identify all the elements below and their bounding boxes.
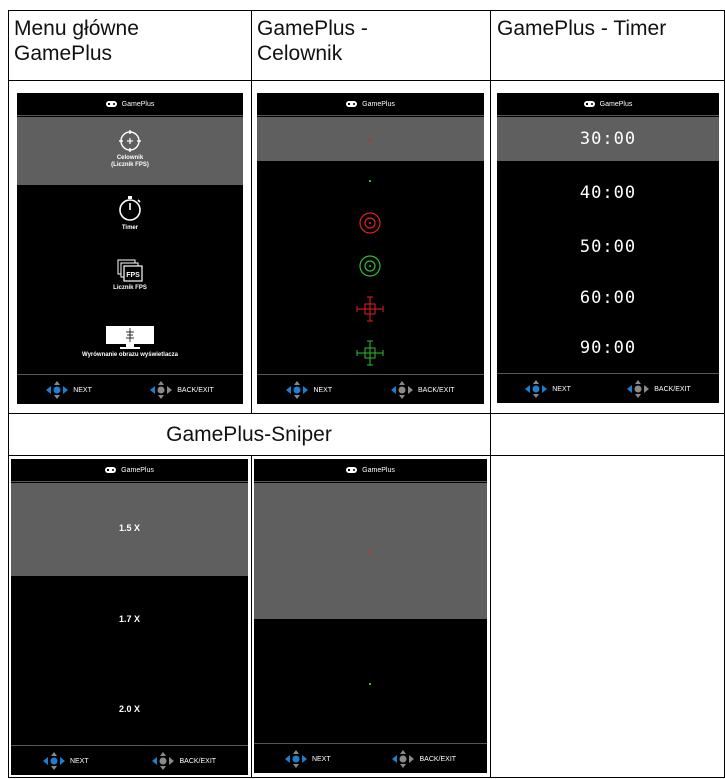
- dpad-icon: [392, 750, 415, 768]
- panel-footer: NEXT BACK/EXIT: [11, 747, 248, 775]
- gamepad-icon: [105, 467, 117, 473]
- dpad-icon: [152, 752, 175, 770]
- dpad-icon: [390, 381, 413, 399]
- menu-item-label: Celownik (Licznik FPS): [111, 155, 149, 168]
- menu-item-timer[interactable]: Timer: [17, 196, 243, 232]
- stopwatch-icon: [119, 196, 141, 221]
- dpad-icon: [627, 380, 650, 398]
- table-border: [490, 10, 491, 778]
- next-label: NEXT: [552, 385, 571, 393]
- menu-item-label: Licznik FPS: [113, 285, 147, 291]
- crosshair-dot-green[interactable]: [369, 180, 371, 182]
- menu-item-crosshair[interactable]: Celownik (Licznik FPS): [17, 129, 243, 169]
- gamepad-icon: [583, 101, 595, 107]
- menu-item-display-alignment[interactable]: Wyrównanie obrazu wyświetlacza: [17, 324, 243, 359]
- crosshair-circle-green[interactable]: [358, 254, 382, 278]
- panel-title-text: GamePlus: [599, 100, 633, 108]
- header-crosshair: GamePlus - Celownik: [257, 17, 368, 65]
- back-exit-hint: BACK/EXIT: [627, 380, 691, 398]
- crosshair-cross-red[interactable]: [356, 296, 384, 322]
- table-border: [251, 455, 252, 778]
- back-exit-label: BACK/EXIT: [654, 385, 691, 393]
- table-border: [8, 455, 725, 456]
- panel-footer: NEXT BACK/EXIT: [17, 376, 243, 404]
- gamepad-icon: [346, 101, 358, 107]
- panel-footer: NEXT BACK/EXIT: [497, 375, 719, 403]
- dpad-icon: [286, 381, 309, 399]
- osd-sniper-zoom-panel: GamePlus 1.5 X 1.7 X 2.0 X NEXT BACK/EXI…: [11, 459, 248, 775]
- table-border: [8, 413, 725, 414]
- fps-icon: FPS: [117, 259, 143, 282]
- back-exit-hint: BACK/EXIT: [392, 750, 456, 768]
- panel-title-text: GamePlus: [121, 100, 155, 108]
- dpad-icon: [525, 380, 548, 398]
- timer-option[interactable]: 90:00: [497, 338, 719, 358]
- next-hint: NEXT: [525, 380, 571, 398]
- menu-item-label: Timer: [121, 225, 139, 231]
- next-hint: NEXT: [284, 750, 331, 768]
- dpad-icon: [42, 752, 65, 770]
- table-border-left: [8, 10, 9, 778]
- crosshair-icon: [119, 130, 141, 152]
- next-label: NEXT: [69, 757, 89, 765]
- back-exit-hint: BACK/EXIT: [390, 381, 455, 399]
- header-timer: GamePlus - Timer: [497, 17, 667, 40]
- crosshair-cross-green[interactable]: [356, 340, 384, 366]
- svg-text:FPS: FPS: [126, 272, 140, 279]
- panel-title: GamePlus: [17, 93, 243, 115]
- display-alignment-icon: [106, 326, 154, 349]
- osd-timer-panel: GamePlus 30:00 40:00 50:00 60:00 90:00 N…: [497, 93, 719, 403]
- next-hint: NEXT: [286, 381, 332, 399]
- zoom-option[interactable]: 2.0 X: [11, 704, 248, 714]
- sniper-dot-red[interactable]: [369, 551, 371, 553]
- timer-option[interactable]: 50:00: [497, 237, 719, 257]
- crosshair-dot-red[interactable]: [369, 139, 371, 141]
- osd-main-menu-panel: GamePlus Celownik (Licznik FPS) Timer FP…: [17, 93, 243, 404]
- back-exit-label: BACK/EXIT: [177, 386, 214, 394]
- osd-sniper-crosshair-panel: GamePlus NEXT BACK/EXIT: [254, 459, 487, 773]
- timer-option[interactable]: 30:00: [497, 129, 719, 149]
- osd-crosshair-panel: GamePlus NEXT BACK/EXIT: [257, 93, 484, 404]
- panel-title-text: GamePlus: [362, 100, 395, 108]
- next-label: NEXT: [73, 386, 92, 394]
- panel-title: GamePlus: [257, 93, 484, 115]
- back-exit-hint: BACK/EXIT: [152, 752, 216, 770]
- next-label: NEXT: [313, 386, 333, 394]
- dpad-icon: [284, 750, 307, 768]
- next-label: NEXT: [311, 755, 331, 763]
- next-hint: NEXT: [46, 381, 92, 399]
- panel-title-text: GamePlus: [362, 466, 395, 474]
- next-hint: NEXT: [42, 752, 89, 770]
- panel-title: GamePlus: [497, 93, 719, 115]
- zoom-option[interactable]: 1.7 X: [11, 614, 248, 624]
- dpad-icon: [150, 381, 173, 399]
- header-main-menu: Menu główne GamePlus: [14, 17, 139, 65]
- panel-title: GamePlus: [254, 459, 487, 481]
- panel-footer: NEXT BACK/EXIT: [257, 376, 484, 404]
- panel-footer: NEXT BACK/EXIT: [254, 745, 487, 773]
- crosshair-circle-red[interactable]: [358, 211, 382, 235]
- header-sniper: GamePlus-Sniper: [166, 423, 332, 446]
- table-border: [251, 10, 252, 414]
- menu-item-label: Wyrównanie obrazu wyświetlacza: [82, 352, 178, 358]
- table-border-bottom: [8, 777, 725, 778]
- panel-title-text: GamePlus: [121, 466, 154, 474]
- dpad-icon: [46, 381, 69, 399]
- zoom-option[interactable]: 1.5 X: [11, 523, 248, 533]
- timer-option[interactable]: 40:00: [497, 183, 719, 203]
- gamepad-icon: [105, 101, 117, 107]
- sniper-dot-green[interactable]: [369, 683, 371, 685]
- back-exit-hint: BACK/EXIT: [150, 381, 214, 399]
- panel-title: GamePlus: [11, 459, 248, 481]
- back-exit-label: BACK/EXIT: [179, 757, 217, 765]
- back-exit-label: BACK/EXIT: [417, 386, 455, 394]
- table-border-top: [8, 10, 725, 11]
- gamepad-icon: [346, 467, 358, 473]
- table-border: [8, 80, 725, 81]
- timer-option[interactable]: 60:00: [497, 288, 719, 308]
- menu-item-fps-counter[interactable]: FPS Licznik FPS: [17, 259, 243, 292]
- back-exit-label: BACK/EXIT: [419, 755, 457, 763]
